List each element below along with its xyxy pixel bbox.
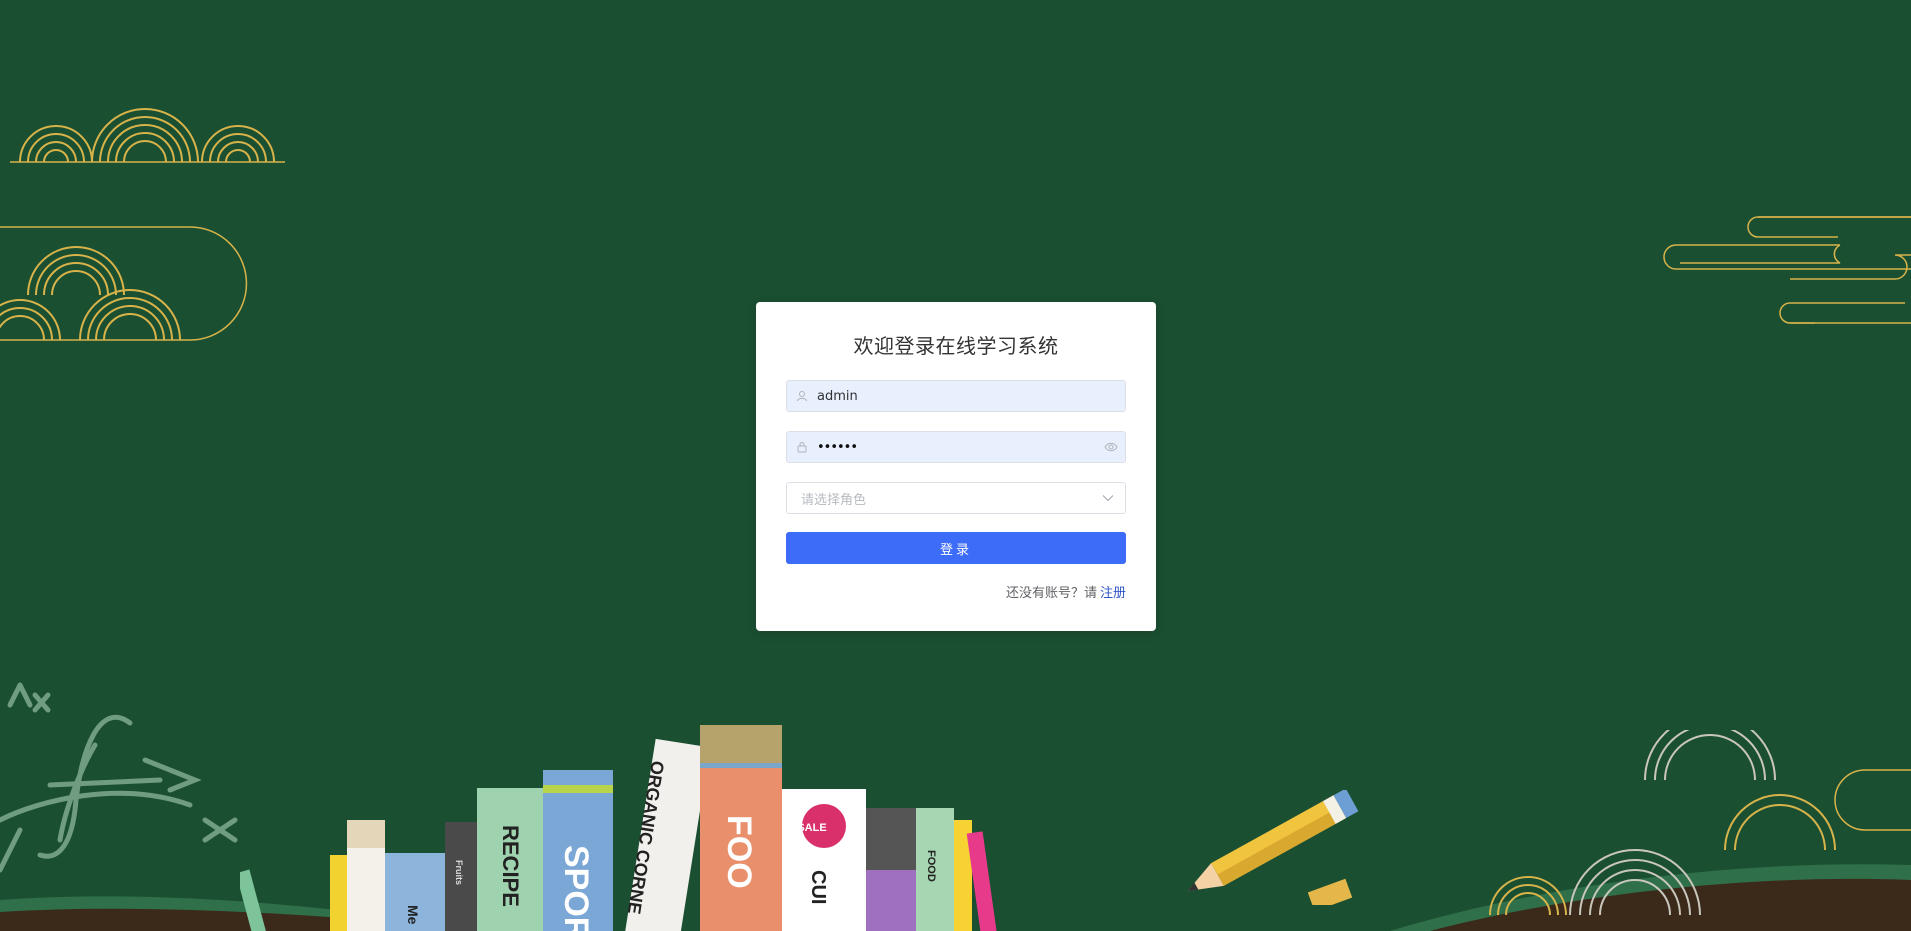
books-decoration: RECIPE SPOR ORGANIC CORNE FOO CUI FOOD F…: [240, 725, 998, 931]
eye-icon[interactable]: [1097, 442, 1125, 452]
login-page: RECIPE SPOR ORGANIC CORNE FOO CUI FOOD F…: [0, 0, 1911, 931]
svg-text:Fruits: Fruits: [454, 860, 464, 885]
login-button[interactable]: 登录: [786, 532, 1126, 564]
svg-text:FOOD: FOOD: [925, 850, 937, 882]
bottom-right-arches-decoration: [1489, 730, 1911, 916]
password-input[interactable]: ••••••: [786, 431, 1126, 463]
svg-text:SALE: SALE: [797, 822, 826, 834]
rainbow-arches-decoration: [10, 108, 285, 163]
ground-decoration: [0, 864, 1911, 931]
svg-text:Me: Me: [405, 905, 421, 925]
username-value: admin: [817, 388, 858, 404]
password-value: ••••••: [817, 439, 858, 455]
register-prompt: 还没有账号？请: [1005, 586, 1097, 601]
role-select[interactable]: 请选择角色: [786, 482, 1126, 514]
svg-text:FOO: FOO: [720, 815, 758, 889]
cloud-lines-decoration: [1663, 216, 1911, 324]
username-input[interactable]: admin: [786, 380, 1126, 412]
lock-icon: [787, 441, 817, 453]
pencil-decoration: [1187, 790, 1359, 905]
svg-text:RECIPE: RECIPE: [498, 825, 523, 907]
register-link[interactable]: 注册: [1100, 586, 1126, 601]
svg-text:CUI: CUI: [807, 870, 829, 904]
svg-text:ORGANIC CORNE: ORGANIC CORNE: [624, 759, 668, 915]
login-title: 欢迎登录在线学习系统: [853, 334, 1059, 358]
register-prompt-line: 还没有账号？请 注册: [1006, 582, 1126, 601]
login-card: 欢迎登录在线学习系统 admin •••••• 请选择角色 登录 还没有账号？请…: [756, 302, 1156, 631]
svg-text:SPOR: SPOR: [557, 845, 595, 931]
chevron-down-icon: [1091, 494, 1125, 502]
math-scribbles-decoration: [0, 682, 238, 873]
role-select-placeholder: 请选择角色: [801, 492, 867, 508]
user-icon: [787, 390, 817, 402]
rainbow-box-decoration: [0, 226, 248, 341]
